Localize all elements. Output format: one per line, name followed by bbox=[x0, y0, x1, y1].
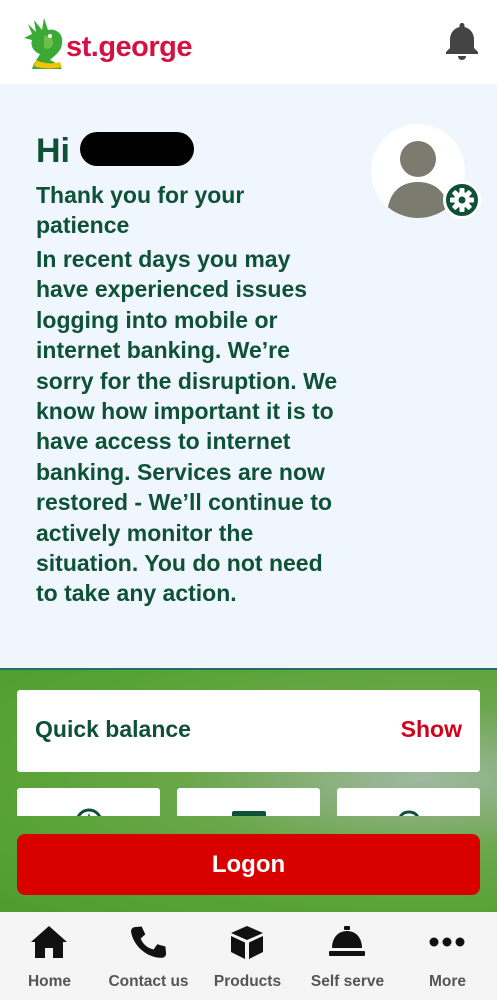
bell-icon[interactable] bbox=[440, 18, 484, 62]
nav-item-contact-us[interactable]: Contact us bbox=[99, 912, 198, 1000]
service-message-panel: Hi Thank you for your patience In recent… bbox=[0, 84, 497, 668]
compass-icon bbox=[76, 808, 102, 816]
profile-avatar-button[interactable] bbox=[371, 124, 483, 224]
nav-label-self-serve: Self serve bbox=[310, 973, 385, 990]
phone-icon bbox=[131, 926, 167, 958]
logon-button[interactable]: Logon bbox=[17, 834, 480, 895]
nav-item-more[interactable]: More bbox=[398, 912, 497, 1000]
app-header: st.george bbox=[0, 0, 497, 84]
message-title: Thank you for your patience bbox=[36, 182, 245, 238]
more-icon bbox=[429, 937, 465, 947]
quick-actions-area: Quick balance Show Logon bbox=[0, 668, 497, 912]
brand-logo: st.george bbox=[22, 14, 197, 70]
quick-balance-label: Quick balance bbox=[35, 716, 191, 742]
nav-label-more: More bbox=[428, 973, 467, 990]
box-icon bbox=[231, 926, 263, 959]
quick-balance-card[interactable]: Quick balance Show bbox=[17, 690, 480, 772]
gear-icon[interactable] bbox=[443, 181, 481, 219]
location-icon bbox=[399, 810, 419, 816]
service-bell-icon bbox=[329, 926, 365, 956]
home-icon bbox=[31, 926, 67, 958]
nav-label-products: Products bbox=[213, 973, 282, 990]
nav-item-home[interactable]: Home bbox=[0, 912, 99, 1000]
nav-label-contact-us: Contact us bbox=[108, 973, 189, 990]
quick-tile-3[interactable] bbox=[337, 788, 480, 816]
dragon-icon bbox=[24, 18, 63, 69]
brand-name: st.george bbox=[66, 31, 193, 63]
card-icon bbox=[232, 811, 266, 816]
nav-item-products[interactable]: Products bbox=[198, 912, 297, 1000]
redacted-name bbox=[80, 132, 194, 166]
quick-tile-2[interactable] bbox=[177, 788, 320, 816]
bottom-navigation: Home Contact us Products Self serve More bbox=[0, 912, 497, 1000]
quick-balance-show-button[interactable]: Show bbox=[401, 716, 462, 743]
greeting-text: Hi bbox=[36, 132, 70, 170]
quick-tile-1[interactable] bbox=[17, 788, 160, 816]
nav-label-home: Home bbox=[27, 973, 72, 990]
nav-item-self-serve[interactable]: Self serve bbox=[298, 912, 397, 1000]
message-body: In recent days you may have experienced … bbox=[36, 246, 338, 607]
